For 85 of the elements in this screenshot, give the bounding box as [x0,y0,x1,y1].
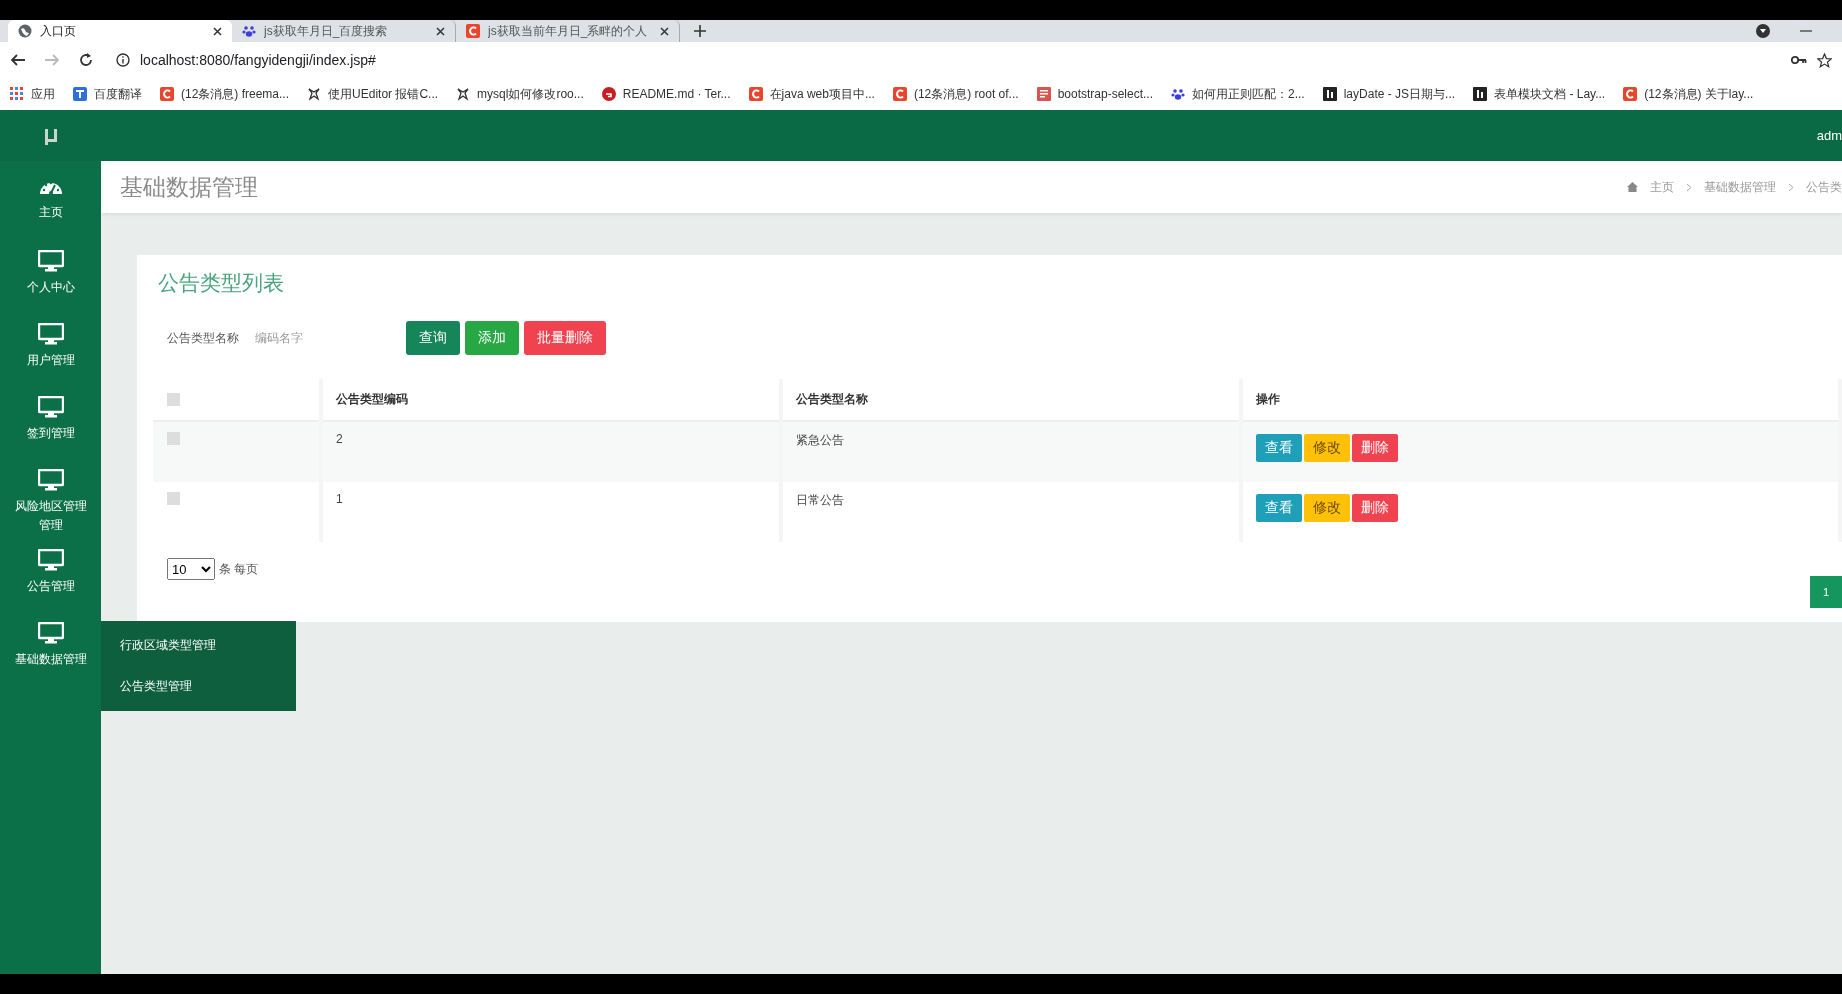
monitor-icon [37,396,64,418]
bookmark-link[interactable]: 百度翻译 [94,85,142,103]
info-icon [116,53,130,67]
submenu-item[interactable]: 公告类型管理 [101,666,296,707]
monitor-icon [37,549,64,571]
csdn-icon [892,87,907,101]
apps-icon [10,87,24,101]
csdn-icon [748,87,763,101]
bookmark-link[interactable]: 在java web项目中... [769,85,875,103]
browser-tab[interactable]: js获取年月日_百度搜索 [232,20,456,42]
document-icon [1036,87,1051,101]
gitee-icon [601,87,616,101]
reload-icon[interactable] [78,52,94,68]
sidebar-item[interactable]: 主页 [0,163,101,236]
sidebar-item[interactable]: 用户管理 [0,309,101,382]
browser-tab[interactable]: 入口页 [8,20,232,42]
table-cell: 2 [336,432,343,446]
bookmark-link[interactable]: README.md · Ter... [622,87,731,101]
table-cell: 紧急公告 [796,433,844,447]
column-header: 公告类型编码 [336,392,408,406]
checkbox[interactable] [167,432,180,445]
sidebar-item[interactable]: 签到管理 [0,382,101,455]
home-icon [1627,182,1638,192]
new-tab-icon[interactable] [694,25,706,37]
star-icon[interactable] [1817,52,1832,68]
layui-icon [1322,87,1337,101]
bookmark-link[interactable]: (12条消息) root of... [913,85,1019,103]
sidebar-item[interactable]: 基础数据管理 [0,608,101,681]
paw-icon [1171,87,1185,101]
page-button[interactable]: 1 [1810,576,1842,608]
paw-icon [242,24,256,38]
column-header: 操作 [1256,392,1280,406]
page-size-label: 条 每页 [219,560,259,578]
batch-delete-button[interactable]: 批量删除 [524,321,606,355]
bookmark-link[interactable]: 使用UEditor 报错C... [328,85,439,103]
view-button[interactable]: 查看 [1256,434,1302,462]
sidebar-item[interactable]: 风险地区管理管理 [0,455,101,535]
bookmark-link[interactable]: (12条消息) freema... [181,85,290,103]
bookmark-link[interactable]: 表单模块文档 - Lay... [1494,85,1606,103]
table-cell: 1 [336,492,343,506]
profile-icon[interactable] [1756,24,1770,38]
bookmark-link[interactable]: layDate - JS日期与... [1343,85,1456,103]
key-icon[interactable] [1791,54,1807,66]
globe-icon [18,24,32,38]
submenu-item[interactable]: 行政区域类型管理 [101,625,296,666]
monitor-icon [37,622,64,644]
view-button[interactable]: 查看 [1256,494,1302,522]
sidebar-item[interactable]: 公告管理 [0,535,101,608]
delete-button[interactable]: 删除 [1352,434,1398,462]
table-cell: 日常公告 [796,493,844,507]
bookmark-link[interactable]: bootstrap-select... [1057,87,1153,101]
user-name[interactable]: adm [1816,128,1842,143]
csdn-icon [1623,87,1638,101]
monitor-icon [37,323,64,345]
checkbox[interactable] [167,492,180,505]
add-button[interactable]: 添加 [465,321,519,355]
back-icon[interactable] [10,52,26,68]
close-icon[interactable] [436,26,445,36]
edit-button[interactable]: 修改 [1304,434,1350,462]
delete-button[interactable]: 删除 [1352,494,1398,522]
close-icon[interactable] [213,26,222,36]
csdn-icon [466,24,480,38]
chevron-icon [1788,182,1794,192]
csdn-icon [160,87,174,101]
monitor-icon [37,469,64,491]
panel-title: 公告类型列表 [158,270,285,296]
edit-button[interactable]: 修改 [1304,494,1350,522]
layui-icon [1473,87,1488,101]
search-button[interactable]: 查询 [406,321,460,355]
page-title: 基础数据管理 [120,172,258,202]
bookmark-link[interactable]: mysql如何修改roo... [477,85,584,103]
address-field[interactable]: localhost:8080/fangyidengji/index.jsp# [140,52,376,68]
bookmark-link[interactable]: (12条消息) 关于lay... [1644,85,1754,103]
browser-tab[interactable]: js获取当前年月日_系畔的个人 [456,20,680,42]
column-header: 公告类型名称 [796,392,868,406]
sidebar-item[interactable]: 个人中心 [0,236,101,309]
monitor-icon [37,250,64,272]
bookmark-link[interactable]: 如何用正则匹配：2... [1192,85,1305,103]
field-label: 公告类型名称 [167,329,239,347]
close-icon[interactable] [660,26,669,36]
translate-icon [73,87,87,101]
chevron-icon [1686,182,1692,192]
bookmark-link[interactable]: 应用 [31,85,55,103]
checkbox[interactable] [167,393,180,406]
page-size-select[interactable]: 10 [167,558,215,580]
